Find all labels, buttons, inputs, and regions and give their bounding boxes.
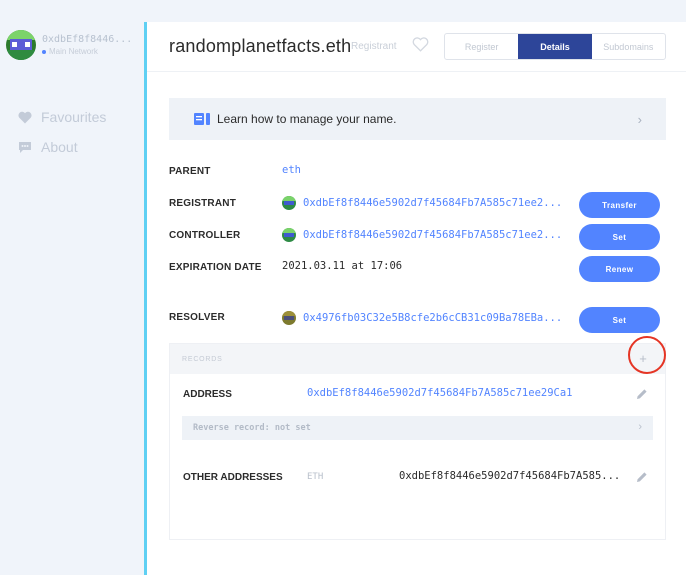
resolver-label: RESOLVER xyxy=(169,312,225,323)
records-panel: RECORDS + ADDRESS 0xdbEf8f8446e5902d7f45… xyxy=(169,343,666,540)
registrant-value[interactable]: 0xdbEf8f8446e5902d7f45684Fb7A585c71ee2..… xyxy=(282,196,562,210)
sidebar-item-favourites[interactable]: Favourites xyxy=(18,109,106,125)
reverse-record-row[interactable]: Reverse record: not set › xyxy=(182,416,653,440)
controller-address[interactable]: 0xdbEf8f8446e5902d7f45684Fb7A585c71ee2..… xyxy=(303,229,562,241)
set-resolver-button[interactable]: Set xyxy=(579,307,660,333)
highlight-circle xyxy=(628,336,666,374)
edit-other-address-pencil-icon[interactable] xyxy=(636,470,648,488)
registrant-label: REGISTRANT xyxy=(169,198,236,209)
book-icon xyxy=(194,113,210,125)
sidebar-item-about[interactable]: About xyxy=(18,139,78,155)
network-dot-icon xyxy=(42,49,46,54)
account-address: 0xdbEf8f8446... xyxy=(42,34,133,45)
account-info: 0xdbEf8f8446... Main Network xyxy=(42,34,132,56)
address-record-value[interactable]: 0xdbEf8f8446e5902d7f45684Fb7A585c71ee29C… xyxy=(307,387,573,399)
heart-outline-icon xyxy=(412,37,429,52)
transfer-button[interactable]: Transfer xyxy=(579,192,660,218)
address-avatar xyxy=(282,228,296,242)
sidebar: 0xdbEf8f8446... Main Network Favourites … xyxy=(0,0,144,575)
other-addresses-label: OTHER ADDRESSES xyxy=(183,472,283,483)
tab-subdomains[interactable]: Subdomains xyxy=(592,34,665,59)
address-avatar xyxy=(282,196,296,210)
records-title: RECORDS xyxy=(182,355,223,363)
parent-link[interactable]: eth xyxy=(282,164,301,176)
parent-label: PARENT xyxy=(169,166,211,177)
expiration-label: EXPIRATION DATE xyxy=(169,262,262,273)
renew-button[interactable]: Renew xyxy=(579,256,660,282)
edit-address-pencil-icon[interactable] xyxy=(636,387,648,405)
address-avatar xyxy=(282,311,296,325)
tab-details[interactable]: Details xyxy=(518,34,592,59)
favourite-button[interactable] xyxy=(412,37,429,57)
expiration-value: 2021.03.11 at 17:06 xyxy=(282,260,403,272)
chat-icon xyxy=(19,141,31,153)
network-name: Main Network xyxy=(49,47,98,56)
registrant-address[interactable]: 0xdbEf8f8446e5902d7f45684Fb7A585c71ee2..… xyxy=(303,197,562,209)
tab-bar: Register Details Subdomains xyxy=(444,33,666,60)
network-indicator: Main Network xyxy=(42,47,132,56)
account-summary[interactable]: 0xdbEf8f8446... Main Network xyxy=(6,30,132,60)
avatar xyxy=(6,30,36,60)
heart-icon xyxy=(18,111,32,123)
controller-value[interactable]: 0xdbEf8f8446e5902d7f45684Fb7A585c71ee2..… xyxy=(282,228,562,242)
records-header: RECORDS + xyxy=(170,344,665,374)
resolver-address[interactable]: 0x4976fb03C32e5B8cfe2b6cCB31c09Ba78EBa..… xyxy=(303,312,562,324)
name-details-card: randomplanetfacts.eth Registrant Registe… xyxy=(147,22,686,575)
role-badge: Registrant xyxy=(351,41,397,52)
learn-banner[interactable]: Learn how to manage your name. › xyxy=(169,98,666,140)
set-controller-button[interactable]: Set xyxy=(579,224,660,250)
controller-label: CONTROLLER xyxy=(169,230,241,241)
sidebar-item-label: Favourites xyxy=(41,109,107,125)
parent-value[interactable]: eth xyxy=(282,164,301,176)
coin-type: ETH xyxy=(307,472,324,482)
name-header: randomplanetfacts.eth Registrant Registe… xyxy=(147,22,686,72)
chevron-right-icon: › xyxy=(637,112,642,127)
sidebar-item-label: About xyxy=(41,139,78,155)
address-record-label: ADDRESS xyxy=(183,389,232,400)
other-address-value: 0xdbEf8f8446e5902d7f45684Fb7A585... xyxy=(399,470,621,482)
reverse-record-text: Reverse record: not set xyxy=(193,423,311,433)
page-title: randomplanetfacts.eth xyxy=(169,36,352,56)
tab-register[interactable]: Register xyxy=(445,34,518,59)
resolver-value[interactable]: 0x4976fb03C32e5B8cfe2b6cCB31c09Ba78EBa..… xyxy=(282,311,562,325)
chevron-right-icon: › xyxy=(638,421,642,433)
learn-text: Learn how to manage your name. xyxy=(217,112,397,126)
